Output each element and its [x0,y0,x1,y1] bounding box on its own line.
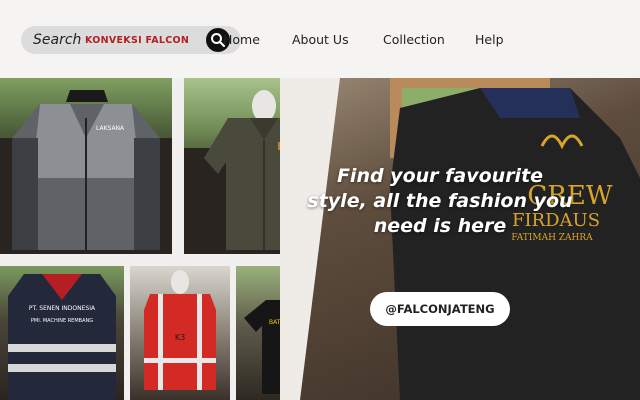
photo-grey-jacket: LAKSANA [0,78,172,254]
jacket-image: LAKSANA [0,90,172,254]
social-handle-button[interactable]: @FALCONJATENG [370,292,510,326]
hero-image: CREW FIRDAUS FATIMAH ZAHRA [280,78,640,400]
search-bar[interactable]: Search KONVEKSI FALCON [21,26,241,54]
hero-headline: Find your favourite style, all the fashi… [307,165,573,237]
jacket-label: LAKSANA [96,125,125,132]
vest-label: PT. SENEN INDONESIA [29,305,96,312]
brand-name: KONVEKSI FALCON [85,35,190,46]
vest-image: PT. SENEN INDONESIA PMI. MACHINE REMBANG [8,274,116,400]
vest-sublabel: PMI. MACHINE REMBANG [31,318,93,324]
photo-dark-vest: PT. SENEN INDONESIA PMI. MACHINE REMBANG [0,266,124,400]
nav-help[interactable]: Help [475,32,504,47]
photo-red-safety-vest: K3 [130,266,230,400]
safety-vest-label: K3 [175,333,185,342]
search-label: Search [33,32,82,48]
nav-home[interactable]: Home [223,32,260,47]
nav-about-us[interactable]: About Us [292,32,349,47]
safety-vest-image: K3 [144,270,216,390]
nav-collection[interactable]: Collection [383,32,445,47]
header: Search KONVEKSI FALCON Home About Us Col… [0,0,640,78]
hero-banner: CREW FIRDAUS FATIMAH ZAHRA [280,78,640,400]
